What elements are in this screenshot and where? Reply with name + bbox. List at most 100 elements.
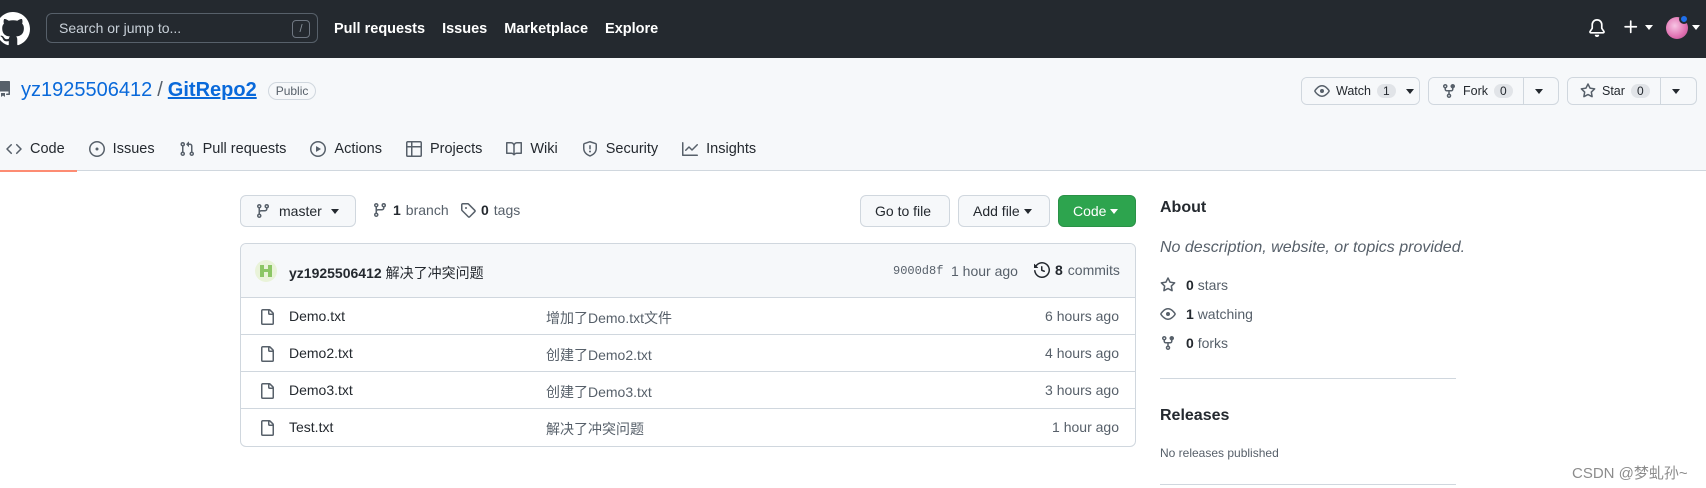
play-icon <box>310 140 327 157</box>
tab-wiki[interactable]: Wiki <box>500 126 569 171</box>
tab-actions[interactable]: Actions <box>304 126 394 171</box>
file-row: Demo3.txt 创建了Demo3.txt 3 hours ago <box>241 372 1135 409</box>
repo-title: yz1925506412 / GitRepo2 Public <box>21 79 317 102</box>
add-file-button[interactable]: Add file <box>958 195 1050 227</box>
chevron-down-icon <box>1535 88 1544 94</box>
git-branch-icon <box>256 204 269 219</box>
tab-projects-label: Projects <box>429 140 483 157</box>
about-description: No description, website, or topics provi… <box>1160 239 1466 256</box>
shield-icon <box>582 140 597 157</box>
tab-pull-requests[interactable]: Pull requests <box>173 126 299 171</box>
file-row: Test.txt 解决了冲突问题 1 hour ago <box>241 409 1135 446</box>
file-commit-message[interactable]: 解决了冲突问题 <box>546 419 644 439</box>
avatar-chevron-down-icon[interactable] <box>1692 25 1700 30</box>
nav-issues[interactable]: Issues <box>442 21 487 37</box>
star-icon <box>1580 83 1596 98</box>
book-icon <box>506 141 523 155</box>
tab-pull-requests-label: Pull requests <box>202 140 287 157</box>
tag-count-link[interactable]: 0 tags <box>460 202 520 218</box>
tab-insights[interactable]: Insights <box>676 126 768 171</box>
file-name[interactable]: Demo2.txt <box>289 345 353 361</box>
tag-count: 0 <box>481 202 489 218</box>
git-pull-request-icon <box>180 141 194 156</box>
about-heading: About <box>1160 199 1207 216</box>
file-commit-time: 1 hour ago <box>1052 419 1119 435</box>
repo-name-link[interactable]: GitRepo2 <box>168 79 257 102</box>
commit-author-avatar[interactable] <box>255 260 277 282</box>
plus-icon <box>1624 20 1638 34</box>
repo-tabs: Code Issues Pull requests Actions Projec… <box>0 126 774 172</box>
stars-label: stars <box>1197 277 1229 293</box>
branch-count-link[interactable]: 1 branch <box>372 202 449 218</box>
sidebar-divider <box>1160 378 1456 379</box>
stars-link[interactable]: 0 stars <box>1160 277 1228 293</box>
nav-pull-requests[interactable]: Pull requests <box>334 21 425 37</box>
stars-count: 0 <box>1186 277 1194 293</box>
file-list: yz1925506412 解决了冲突问题 9000d8f 1 hour ago 8… <box>240 243 1136 447</box>
table-icon <box>405 140 422 157</box>
commit-label: commits <box>1067 262 1120 278</box>
fork-icon <box>1443 84 1455 99</box>
repo-header: yz1925506412 / GitRepo2 Public Watch 1 F… <box>0 58 1706 172</box>
commit-author[interactable]: yz1925506412 <box>289 265 382 281</box>
go-to-file-button[interactable]: Go to file <box>860 195 950 227</box>
repo-owner-link[interactable]: yz1925506412 <box>21 79 152 102</box>
releases-heading[interactable]: Releases <box>1160 407 1229 425</box>
tab-projects[interactable]: Projects <box>400 126 494 171</box>
watch-count: 1 <box>1376 84 1396 98</box>
github-logo-icon[interactable] <box>0 12 30 46</box>
watching-link[interactable]: 1 watching <box>1160 306 1253 322</box>
commits-link[interactable]: 8 commits <box>1034 262 1120 278</box>
watch-button[interactable]: Watch 1 <box>1302 78 1419 104</box>
search-placeholder: Search or jump to... <box>59 20 182 36</box>
file-name[interactable]: Test.txt <box>289 419 333 435</box>
file-icon <box>261 420 274 436</box>
top-nav: Pull requests Issues Marketplace Explore <box>334 0 658 58</box>
file-commit-message[interactable]: 增加了Demo.txt文件 <box>546 308 672 328</box>
fork-label: Fork <box>1463 84 1488 98</box>
fork-button[interactable]: Fork 0 <box>1429 78 1523 104</box>
file-name[interactable]: Demo.txt <box>289 308 345 324</box>
tab-security[interactable]: Security <box>576 126 670 171</box>
file-commit-message[interactable]: 创建了Demo3.txt <box>546 382 652 402</box>
visibility-badge: Public <box>267 81 317 100</box>
star-button[interactable]: Star 0 <box>1568 78 1660 104</box>
nav-explore[interactable]: Explore <box>605 21 658 37</box>
watch-button-group: Watch 1 <box>1301 77 1420 105</box>
chevron-down-icon <box>1110 208 1119 214</box>
star-dropdown-button[interactable] <box>1659 78 1692 104</box>
forks-link[interactable]: 0 forks <box>1160 335 1228 351</box>
tab-code-label: Code <box>30 140 65 157</box>
star-icon <box>1160 277 1176 292</box>
fork-dropdown-button[interactable] <box>1522 78 1555 104</box>
commit-message[interactable]: 解决了冲突问题 <box>386 265 484 281</box>
file-commit-message[interactable]: 创建了Demo2.txt <box>546 345 652 365</box>
commit-time: 1 hour ago <box>951 263 1018 279</box>
chevron-down-icon <box>1023 208 1032 214</box>
fork-count: 0 <box>1494 84 1513 98</box>
watch-label: Watch <box>1336 84 1371 98</box>
forks-count: 0 <box>1186 335 1194 351</box>
tab-issues[interactable]: Issues <box>83 126 167 171</box>
star-button-group: Star 0 <box>1567 77 1697 105</box>
commit-sha[interactable]: 9000d8f <box>893 264 943 278</box>
status-dot-icon <box>1679 14 1689 24</box>
tab-code[interactable]: Code <box>0 126 77 172</box>
file-icon <box>261 309 274 325</box>
sidebar-divider <box>1160 484 1456 485</box>
create-new-menu[interactable] <box>1622 18 1653 36</box>
branch-name: master <box>279 203 322 219</box>
tag-icon <box>461 203 476 218</box>
slash-shortcut-key: / <box>292 20 310 38</box>
branch-select-button[interactable]: master <box>240 195 356 227</box>
bell-icon[interactable] <box>1588 19 1606 37</box>
branch-label: branch <box>405 202 449 218</box>
search-input[interactable]: Search or jump to... / <box>46 13 318 43</box>
nav-marketplace[interactable]: Marketplace <box>504 21 588 37</box>
file-name[interactable]: Demo3.txt <box>289 382 353 398</box>
code-button-label: Code <box>1073 203 1107 219</box>
eye-icon <box>1314 85 1330 97</box>
file-commit-time: 3 hours ago <box>1045 382 1119 398</box>
file-row: Demo.txt 增加了Demo.txt文件 6 hours ago <box>241 298 1135 335</box>
code-button[interactable]: Code <box>1058 195 1136 227</box>
